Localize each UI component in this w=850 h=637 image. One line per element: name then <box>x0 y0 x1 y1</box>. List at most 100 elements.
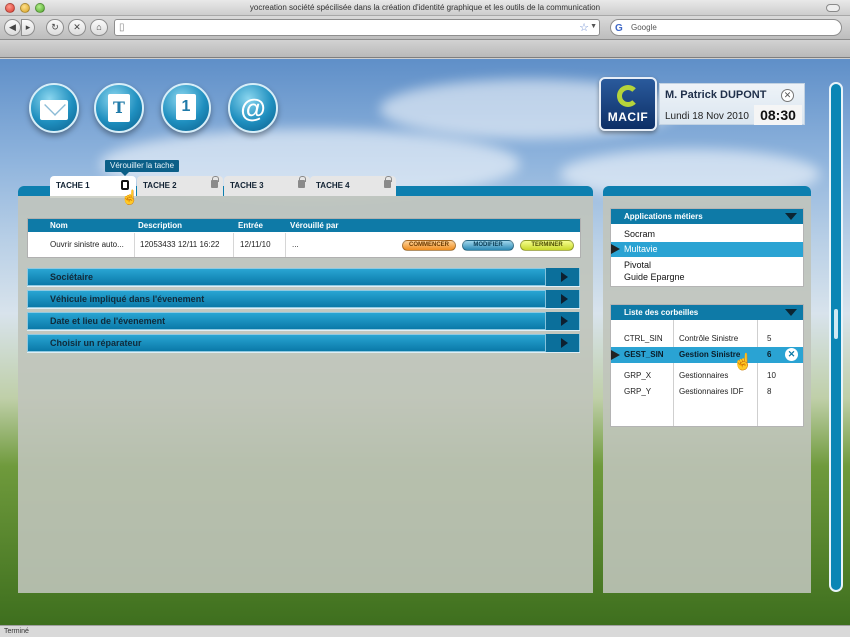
corbeille-code: GEST_SIN <box>624 350 664 359</box>
app-item-guide-epargne[interactable]: Guide Epargne <box>611 270 803 285</box>
current-time: 08:30 <box>754 105 802 125</box>
window-title: yocreation société spécilisée dans la cr… <box>249 3 601 12</box>
hand-cursor-icon: ☝ <box>121 189 139 205</box>
cell-nom: Ouvrir sinistre auto... <box>50 240 124 249</box>
logout-close-icon[interactable]: ✕ <box>781 89 794 102</box>
brand-name: MACIF <box>607 110 649 124</box>
corbeille-row[interactable]: GRP_Y Gestionnaires IDF 8 <box>611 384 803 400</box>
web-icon[interactable]: @ <box>228 83 278 133</box>
macif-logo: MACIF <box>599 77 657 131</box>
search-input[interactable]: G Google <box>610 19 842 36</box>
applications-header[interactable]: Applications métiers <box>611 209 803 224</box>
accordion-label: Sociétaire <box>50 272 94 282</box>
page-viewport: T 1 @ MACIF M. Patrick DUPONT ✕ Lundi 18… <box>0 59 850 625</box>
browser-toolbar: ◀ ▸ ↻ ✕ ⌂ ▯ ☆ ▼ G Google <box>0 16 850 40</box>
lock-icon[interactable] <box>298 176 306 188</box>
accordion-label: Véhicule impliqué dans l'évenement <box>50 294 205 304</box>
selection-pointer-icon <box>611 244 620 254</box>
terminer-button[interactable]: TERMINER <box>520 240 574 251</box>
lock-tooltip: Vérouiller la tache <box>105 160 180 176</box>
scrollbar-thumb[interactable] <box>834 309 838 339</box>
corbeille-row[interactable]: GRP_X Gestionnaires 10 <box>611 368 803 384</box>
window-titlebar: yocreation société spécilisée dans la cr… <box>0 0 850 16</box>
panel-topbar <box>603 186 811 196</box>
bookmarks-bar <box>0 40 850 58</box>
stop-button[interactable]: ✕ <box>68 19 86 36</box>
applications-title: Applications métiers <box>624 212 703 221</box>
accordion-label: Date et lieu de l'évenement <box>50 316 166 326</box>
minimize-window-button[interactable] <box>20 3 30 13</box>
user-name: M. Patrick DUPONT <box>665 89 767 101</box>
stop-icon: ✕ <box>73 22 81 32</box>
forward-arrow-icon: ▸ <box>25 22 31 32</box>
accordion-date-lieu[interactable]: Date et lieu de l'évenement <box>27 312 580 330</box>
accordion-vehicule[interactable]: Véhicule impliqué dans l'évenement <box>27 290 580 308</box>
mail-icon[interactable] <box>29 83 79 133</box>
table-row[interactable]: Ouvrir sinistre auto... 12053433 12/11 1… <box>28 233 580 257</box>
tab-label: TACHE 4 <box>316 181 350 190</box>
user-panel: MACIF M. Patrick DUPONT ✕ Lundi 18 Nov 2… <box>599 77 806 131</box>
zoom-window-button[interactable] <box>35 3 45 13</box>
forward-button[interactable]: ▸ <box>21 19 35 36</box>
corbeille-count: 8 <box>767 387 772 396</box>
collapse-triangle-icon[interactable] <box>785 213 797 220</box>
selection-pointer-icon <box>611 350 620 360</box>
commencer-button[interactable]: COMMENCER <box>402 240 456 251</box>
column-header-verrouille: Vérouillé par <box>290 221 339 230</box>
task-panel: TACHE 1 TACHE 2 TACHE 3 TACHE 4 Nom Desc… <box>18 176 593 593</box>
collapse-triangle-icon[interactable] <box>785 309 797 316</box>
table-header: Nom Description Entrée Vérouillé par <box>28 219 580 232</box>
corbeille-label: Gestionnaires <box>679 371 729 380</box>
expand-arrow-icon[interactable] <box>545 268 579 286</box>
corbeille-label: Contrôle Sinistre <box>679 334 739 343</box>
column-header-nom: Nom <box>50 221 68 230</box>
chevron-down-icon[interactable]: ▼ <box>590 23 597 30</box>
cell-description: 12053433 12/11 16:22 <box>140 240 220 249</box>
status-bar: Terminé <box>0 625 850 637</box>
reload-button[interactable]: ↻ <box>46 19 64 36</box>
current-date: Lundi 18 Nov 2010 <box>665 111 749 122</box>
tab-tache-4[interactable]: TACHE 4 <box>310 176 396 196</box>
lock-icon[interactable] <box>384 176 392 188</box>
back-arrow-icon: ◀ <box>9 22 16 32</box>
corbeille-label: Gestionnaires IDF <box>679 387 744 396</box>
document-icon[interactable]: T <box>94 83 144 133</box>
corbeille-count: 6 <box>767 350 772 359</box>
task-table: Nom Description Entrée Vérouillé par Ouv… <box>27 218 581 258</box>
tab-tache-2[interactable]: TACHE 2 <box>137 176 223 196</box>
lock-icon[interactable] <box>211 176 219 188</box>
app-item-socram[interactable]: Socram <box>611 227 803 242</box>
column-header-description: Description <box>138 221 183 230</box>
reload-icon: ↻ <box>51 22 59 32</box>
tab-tache-3[interactable]: TACHE 3 <box>224 176 310 196</box>
calendar-icon[interactable]: 1 <box>161 83 211 133</box>
macif-swirl-icon <box>617 85 639 107</box>
accordion-reparateur[interactable]: Choisir un réparateur <box>27 334 580 352</box>
bookmark-star-icon[interactable]: ☆ <box>579 21 589 34</box>
user-card: M. Patrick DUPONT ✕ Lundi 18 Nov 2010 08… <box>659 83 805 125</box>
home-icon: ⌂ <box>96 22 102 32</box>
home-button[interactable]: ⌂ <box>90 19 108 36</box>
panel-body: Applications métiers Socram Multavie Piv… <box>603 196 811 593</box>
expand-arrow-icon[interactable] <box>545 312 579 330</box>
expand-arrow-icon[interactable] <box>545 290 579 308</box>
applications-list: Applications métiers Socram Multavie Piv… <box>610 208 804 287</box>
corbeille-label: Gestion Sinistre <box>679 350 741 359</box>
corbeille-code: GRP_X <box>624 371 652 380</box>
accordion-societaire[interactable]: Sociétaire <box>27 268 580 286</box>
corbeille-row[interactable]: CTRL_SIN Contrôle Sinistre 5 <box>611 331 803 347</box>
address-bar[interactable]: ▯ ☆ ▼ <box>114 19 600 36</box>
tab-label: TACHE 3 <box>230 181 264 190</box>
sidebar-panel: Applications métiers Socram Multavie Piv… <box>603 186 811 593</box>
app-item-multavie[interactable]: Multavie <box>611 242 803 257</box>
page-scrollbar[interactable] <box>829 82 843 592</box>
toolbar-toggle-button[interactable] <box>826 4 840 12</box>
status-text: Terminé <box>4 628 29 635</box>
expand-arrow-icon[interactable] <box>545 334 579 352</box>
corbeilles-header[interactable]: Liste des corbeilles <box>611 305 803 320</box>
modifier-button[interactable]: MODIFIER <box>462 240 514 251</box>
close-icon[interactable]: ✕ <box>785 348 798 361</box>
corbeille-row[interactable]: GEST_SIN Gestion Sinistre 6 ✕ <box>611 347 803 363</box>
back-button[interactable]: ◀ <box>4 19 21 36</box>
close-window-button[interactable] <box>5 3 15 13</box>
